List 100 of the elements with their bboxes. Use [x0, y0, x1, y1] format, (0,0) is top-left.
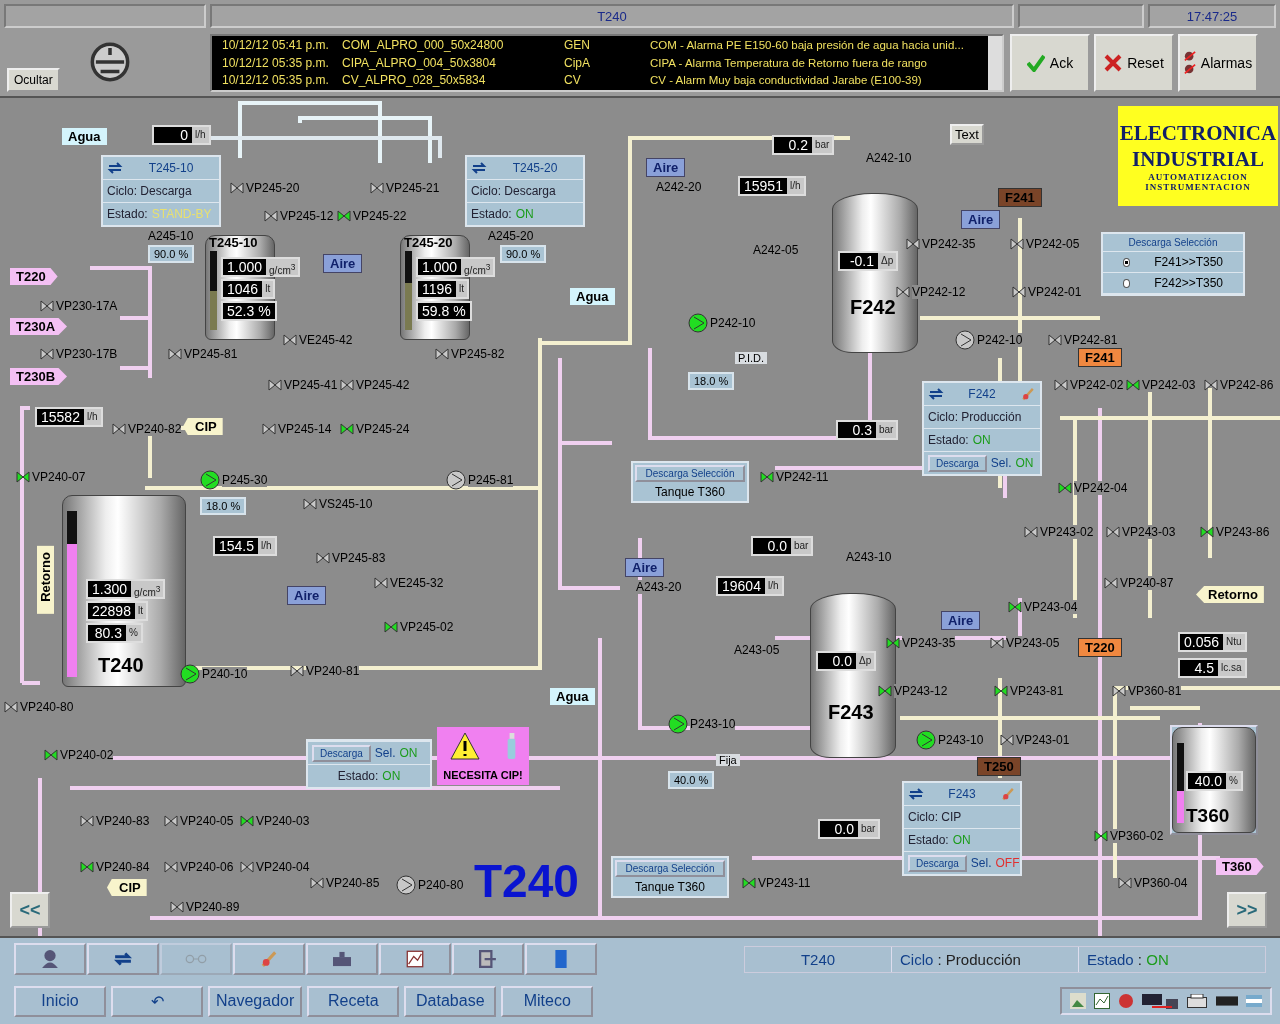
- valve-icon[interactable]: [164, 861, 178, 873]
- valve-icon[interactable]: [1008, 601, 1022, 613]
- discharge-button[interactable]: Descarga: [928, 454, 987, 472]
- valve-icon[interactable]: [337, 210, 351, 222]
- valve-icon[interactable]: [4, 701, 18, 713]
- valve-icon[interactable]: [374, 577, 388, 589]
- pump-icon[interactable]: [446, 470, 466, 490]
- pump-icon[interactable]: [180, 664, 200, 684]
- pump-icon[interactable]: [200, 470, 220, 490]
- valve-icon[interactable]: [240, 861, 254, 873]
- valve-icon[interactable]: [878, 685, 892, 697]
- valve-icon[interactable]: [80, 815, 94, 827]
- valve-icon[interactable]: [990, 637, 1004, 649]
- valve-icon[interactable]: [1112, 685, 1126, 697]
- valve-icon[interactable]: [1118, 877, 1132, 889]
- alarm-action-button[interactable]: Alarmas: [1178, 34, 1258, 92]
- valve-icon[interactable]: [40, 348, 54, 360]
- toolbar-button[interactable]: [452, 943, 524, 975]
- pump-label: P243-10: [938, 733, 984, 747]
- menu-button[interactable]: Receta: [307, 985, 400, 1017]
- menu-button[interactable]: Database: [404, 985, 497, 1017]
- discharge-select-button[interactable]: Descarga Selección: [635, 465, 745, 482]
- valve-icon[interactable]: [1024, 526, 1038, 538]
- toolbar-button[interactable]: [14, 943, 86, 975]
- cycle-icon[interactable]: [928, 387, 944, 401]
- menu-button[interactable]: ↶: [111, 985, 203, 1017]
- valve-icon[interactable]: [1200, 526, 1214, 538]
- valve-icon[interactable]: [168, 348, 182, 360]
- valve-icon[interactable]: [240, 815, 254, 827]
- scrollbar[interactable]: [988, 36, 1002, 90]
- valve-icon[interactable]: [262, 423, 276, 435]
- valve-icon[interactable]: [40, 300, 54, 312]
- valve-icon[interactable]: [1058, 482, 1072, 494]
- valve-icon[interactable]: [283, 334, 297, 346]
- hide-button[interactable]: Ocultar: [7, 68, 60, 92]
- valve-icon[interactable]: [303, 498, 317, 510]
- valve-icon[interactable]: [1054, 379, 1068, 391]
- valve-icon[interactable]: [384, 621, 398, 633]
- valve-icon[interactable]: [370, 182, 384, 194]
- toolbar-button[interactable]: [87, 943, 159, 975]
- valve-icon[interactable]: [896, 286, 910, 298]
- valve-icon[interactable]: [340, 423, 354, 435]
- valve-icon[interactable]: [230, 182, 244, 194]
- valve-icon[interactable]: [112, 423, 126, 435]
- valve-icon[interactable]: [1126, 379, 1140, 391]
- discharge-select-button[interactable]: Descarga Selección: [615, 860, 725, 877]
- valve-icon[interactable]: [264, 210, 278, 222]
- valve-icon[interactable]: [1094, 830, 1108, 842]
- target-tank: Tanque T360: [635, 880, 705, 894]
- valve-icon[interactable]: [164, 815, 178, 827]
- alarm-action-button[interactable]: Reset: [1094, 34, 1174, 92]
- menu-button[interactable]: Miteco: [501, 985, 594, 1017]
- valve-icon[interactable]: [435, 348, 449, 360]
- pump-icon[interactable]: [916, 730, 936, 750]
- valve-icon[interactable]: [170, 901, 184, 913]
- alarm-action-button[interactable]: Ack: [1010, 34, 1090, 92]
- cycle-icon[interactable]: [107, 161, 123, 175]
- valve-icon[interactable]: [310, 877, 324, 889]
- valve-icon[interactable]: [290, 665, 304, 677]
- cycle-icon[interactable]: [908, 787, 924, 801]
- valve-icon[interactable]: [16, 471, 30, 483]
- valve-icon[interactable]: [44, 749, 58, 761]
- toolbar-button[interactable]: [306, 943, 378, 975]
- menu-button[interactable]: Inicio: [14, 985, 106, 1017]
- discharge-button[interactable]: Descarga: [312, 744, 371, 762]
- pump-icon[interactable]: [955, 330, 975, 350]
- sel-value: OFF: [995, 856, 1020, 870]
- valve-icon[interactable]: [760, 471, 774, 483]
- valve-icon[interactable]: [268, 379, 282, 391]
- radio-button[interactable]: [1123, 257, 1131, 267]
- valve-icon[interactable]: [1104, 577, 1118, 589]
- valve-icon[interactable]: [1012, 286, 1026, 298]
- valve-icon[interactable]: [1204, 379, 1218, 391]
- menu-button[interactable]: Navegador: [208, 985, 303, 1017]
- pump-icon[interactable]: [688, 313, 708, 333]
- valve-icon[interactable]: [1000, 734, 1014, 746]
- cycle-icon[interactable]: [471, 161, 487, 175]
- valve-icon[interactable]: [1010, 238, 1024, 250]
- pump-icon[interactable]: [396, 875, 416, 895]
- valve-icon[interactable]: [1048, 334, 1062, 346]
- toolbar-button[interactable]: [379, 943, 451, 975]
- warning-text: NECESITA CIP!: [443, 768, 523, 781]
- valve-icon[interactable]: [1106, 526, 1120, 538]
- valve-label: VP243-05: [1006, 636, 1060, 650]
- toolbar-button[interactable]: [525, 943, 597, 975]
- valve-icon[interactable]: [340, 379, 354, 391]
- valve-icon[interactable]: [742, 877, 756, 889]
- pump-icon[interactable]: [668, 714, 688, 734]
- valve-icon[interactable]: [906, 238, 920, 250]
- tank-name: F243: [828, 701, 874, 724]
- text-button[interactable]: Text: [950, 124, 984, 145]
- next-screen-button[interactable]: >>: [1227, 892, 1267, 928]
- previous-screen-button[interactable]: <<: [10, 892, 50, 928]
- valve-icon[interactable]: [994, 685, 1008, 697]
- valve-icon[interactable]: [316, 552, 330, 564]
- discharge-button[interactable]: Descarga: [908, 854, 967, 872]
- valve-icon[interactable]: [886, 637, 900, 649]
- radio-button[interactable]: [1123, 278, 1131, 288]
- alarm-tag: CIPA_ALPRO_004_50x3804: [342, 54, 564, 72]
- valve-icon[interactable]: [80, 861, 94, 873]
